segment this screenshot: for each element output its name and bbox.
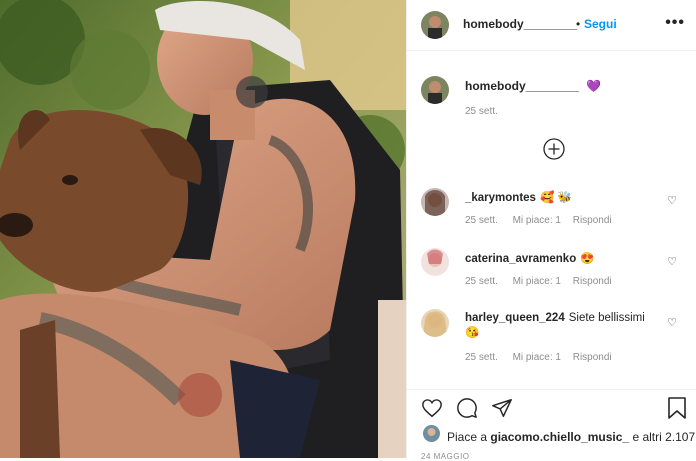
post-header: homebody________ • Segui ••• [407, 0, 696, 51]
comment-text: Siete bellissimi [568, 312, 645, 324]
author-avatar[interactable] [421, 11, 449, 39]
reply-button[interactable]: Rispondi [573, 215, 612, 226]
comment-likes-count[interactable]: Mi piace: 1 [513, 215, 561, 226]
post-side-panel: homebody________ • Segui ••• homebody___… [406, 0, 696, 461]
caption-avatar[interactable] [421, 76, 449, 104]
liker-avatar[interactable] [423, 425, 440, 442]
caption-text: 💜 [586, 79, 602, 93]
save-button[interactable] [666, 396, 688, 420]
share-button[interactable] [491, 397, 513, 419]
more-options-icon[interactable]: ••• [665, 14, 685, 32]
comment-heart-icon[interactable]: ♡ [667, 255, 677, 268]
likes-prefix: Piace a [447, 430, 488, 444]
bookmark-icon [668, 397, 686, 419]
header-separator: • [576, 17, 581, 31]
comment-text: 😍 [580, 253, 595, 265]
commenter-username[interactable]: harley_queen_224 [465, 312, 565, 324]
share-icon [492, 399, 512, 417]
plus-circle-icon [543, 138, 565, 160]
commenter-avatar[interactable] [421, 188, 449, 216]
like-button[interactable] [421, 397, 443, 419]
caption-date: 25 sett. [465, 106, 498, 117]
comment-heart-icon[interactable]: ♡ [667, 194, 677, 207]
post-photo[interactable] [0, 0, 406, 458]
comment-text: 🥰 🐝 [539, 192, 572, 204]
heart-icon [422, 399, 442, 418]
commenter-username[interactable]: _karymontes [465, 192, 536, 204]
comment-date: 25 sett. [465, 215, 498, 226]
comment-icon [457, 398, 477, 418]
caption-username[interactable]: homebody________ [465, 79, 579, 93]
commenter-avatar[interactable] [421, 309, 449, 337]
load-more-comments-button[interactable] [543, 138, 565, 160]
commenter-avatar[interactable] [421, 248, 449, 276]
comment-button[interactable] [456, 397, 478, 419]
commenter-username[interactable]: caterina_avramenko [465, 253, 576, 265]
likes-summary: Piace a giacomo.chiello_music_ e altri 2… [447, 430, 695, 444]
follow-button[interactable]: Segui [584, 17, 617, 31]
post-date: 24 MAGGIO [421, 452, 470, 461]
comment-date: 25 sett. [465, 276, 498, 287]
comment-date: 25 sett. [465, 352, 498, 363]
comment-likes-count[interactable]: Mi piace: 1 [513, 276, 561, 287]
reply-button[interactable]: Rispondi [573, 352, 612, 363]
comment-emoji: 😘 [465, 327, 480, 339]
comment-heart-icon[interactable]: ♡ [667, 316, 677, 329]
liker-username[interactable]: giacomo.chiello_music_ [490, 430, 629, 444]
author-username[interactable]: homebody________ [463, 17, 577, 31]
post-actions-bar [407, 389, 696, 460]
caption: homebody________ 💜 [465, 79, 601, 93]
likes-suffix[interactable]: e altri 2.107 [632, 430, 695, 444]
comment-likes-count[interactable]: Mi piace: 1 [513, 352, 561, 363]
reply-button[interactable]: Rispondi [573, 276, 612, 287]
photo-image [0, 0, 406, 458]
